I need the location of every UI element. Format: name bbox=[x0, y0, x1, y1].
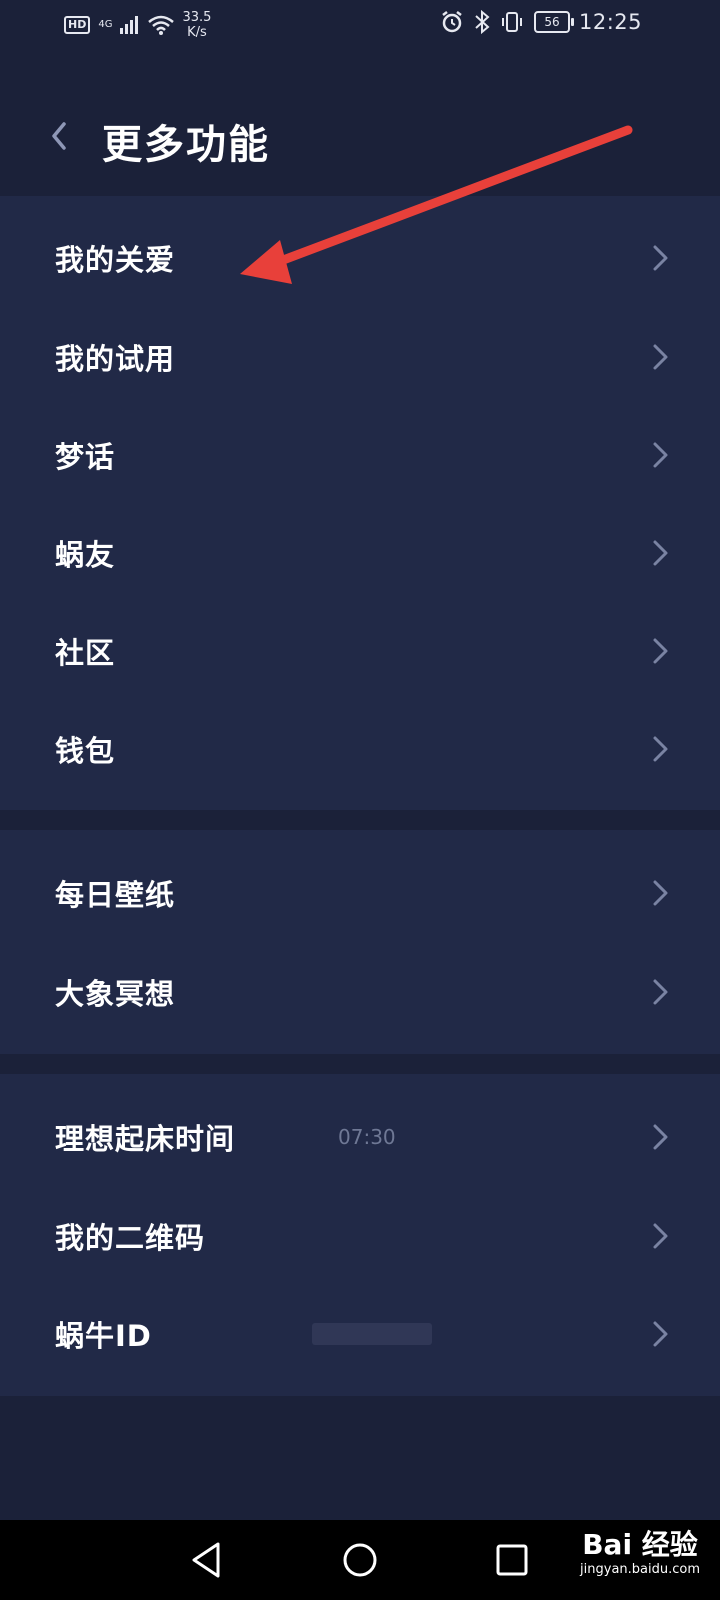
status-clock: 12:25 bbox=[579, 10, 642, 34]
menu-item-wallet[interactable]: 钱包 bbox=[0, 699, 720, 799]
chevron-right-icon bbox=[653, 245, 668, 271]
status-right: 56 bbox=[440, 10, 574, 34]
chevron-right-icon bbox=[653, 736, 668, 762]
back-arrow-icon[interactable] bbox=[40, 116, 80, 156]
chevron-right-icon bbox=[653, 1223, 668, 1249]
menu-item-my-care[interactable]: 我的关爱 bbox=[0, 208, 720, 308]
wifi-icon bbox=[148, 15, 175, 35]
speed-value: 33.5 bbox=[182, 10, 212, 25]
menu-item-label: 我的关爱 bbox=[55, 243, 176, 277]
network-type: 4G bbox=[98, 19, 113, 30]
status-bar: HD 4G 33.5 K/s 56 12:25 bbox=[0, 0, 720, 50]
menu-item-label: 蜗牛ID bbox=[55, 1319, 152, 1353]
status-left: HD 4G 33.5 K/s bbox=[64, 10, 211, 40]
baidu-watermark: Bai 经验 jingyan.baidu.com bbox=[580, 1528, 700, 1578]
battery-indicator: 56 bbox=[534, 11, 574, 33]
chevron-right-icon bbox=[653, 979, 668, 1005]
bluetooth-icon bbox=[475, 10, 490, 34]
page-title: 更多功能 bbox=[102, 122, 270, 168]
chevron-right-icon bbox=[653, 540, 668, 566]
redacted-id bbox=[312, 1323, 432, 1345]
menu-item-elephant-meditation[interactable]: 大象冥想 bbox=[0, 942, 720, 1042]
menu-item-label: 我的试用 bbox=[55, 342, 176, 376]
nav-home-icon[interactable] bbox=[338, 1538, 382, 1582]
menu-item-label: 理想起床时间 bbox=[55, 1122, 236, 1156]
section-extras: 每日壁纸 大象冥想 bbox=[0, 830, 720, 1054]
chevron-right-icon bbox=[653, 1124, 668, 1150]
watermark-main: Bai 经验 bbox=[582, 1528, 698, 1561]
wake-time-value: 07:30 bbox=[338, 1125, 396, 1149]
clock-time: 12:25 bbox=[578, 10, 642, 34]
menu-item-label: 社区 bbox=[55, 636, 116, 670]
menu-item-snail-friends[interactable]: 蜗友 bbox=[0, 503, 720, 603]
menu-item-label: 蜗友 bbox=[55, 538, 116, 572]
nav-recents-icon[interactable] bbox=[490, 1538, 534, 1582]
nav-back-icon[interactable] bbox=[186, 1538, 230, 1582]
hd-badge: HD bbox=[64, 16, 91, 34]
signal-icon bbox=[120, 16, 139, 34]
menu-item-label: 我的二维码 bbox=[55, 1221, 206, 1255]
menu-item-my-qr-code[interactable]: 我的二维码 bbox=[0, 1186, 720, 1286]
menu-item-ideal-wake-time[interactable]: 理想起床时间 07:30 bbox=[0, 1087, 720, 1187]
menu-item-label: 每日壁纸 bbox=[55, 878, 176, 912]
menu-item-label: 钱包 bbox=[55, 734, 116, 768]
vibrate-icon bbox=[502, 12, 522, 32]
menu-item-community[interactable]: 社区 bbox=[0, 601, 720, 701]
menu-item-my-trial[interactable]: 我的试用 bbox=[0, 307, 720, 407]
menu-item-daily-wallpaper[interactable]: 每日壁纸 bbox=[0, 843, 720, 943]
chevron-right-icon bbox=[653, 1321, 668, 1347]
network-speed: 33.5 K/s bbox=[182, 10, 211, 40]
menu-item-label: 梦话 bbox=[55, 440, 116, 474]
chevron-right-icon bbox=[653, 880, 668, 906]
section-account: 理想起床时间 07:30 我的二维码 蜗牛ID bbox=[0, 1074, 720, 1396]
chevron-right-icon bbox=[653, 442, 668, 468]
chevron-right-icon bbox=[653, 638, 668, 664]
speed-unit: K/s bbox=[187, 25, 207, 40]
navigation-bar: Bai 经验 jingyan.baidu.com bbox=[0, 1520, 720, 1600]
alarm-icon bbox=[442, 11, 462, 33]
watermark-sub: jingyan.baidu.com bbox=[580, 1562, 700, 1577]
menu-item-sleep-talk[interactable]: 梦话 bbox=[0, 405, 720, 505]
menu-item-label: 大象冥想 bbox=[55, 977, 176, 1011]
chevron-right-icon bbox=[653, 344, 668, 370]
section-main: 我的关爱 我的试用 梦话 蜗友 社区 钱包 bbox=[0, 196, 720, 810]
menu-item-snail-id[interactable]: 蜗牛ID bbox=[0, 1284, 720, 1384]
